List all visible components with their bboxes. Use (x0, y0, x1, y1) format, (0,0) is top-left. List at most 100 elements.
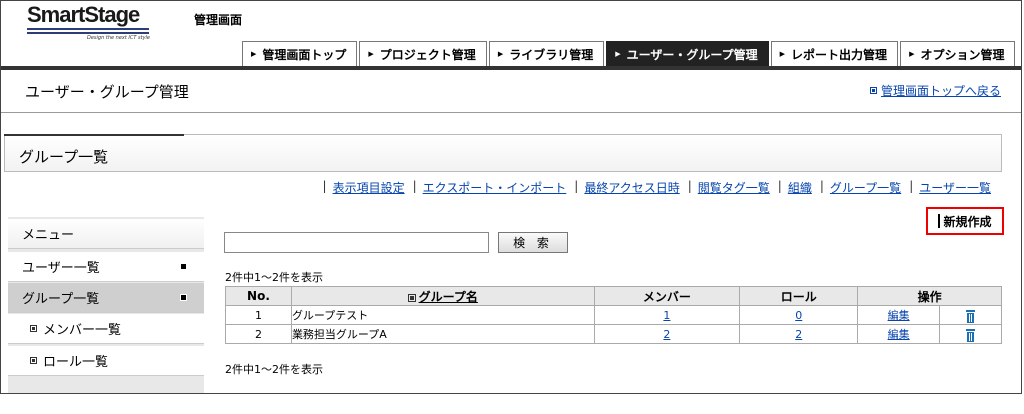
sidebar-item-roles[interactable]: ロール一覧 (8, 346, 204, 376)
separator: | (412, 179, 417, 193)
tab-label: ライブラリ管理 (509, 47, 594, 62)
sidebar-item-label: グループ一覧 (22, 292, 100, 307)
member-count-link[interactable]: 2 (663, 328, 670, 341)
tab-report[interactable]: ▶ レポート出力管理 (770, 41, 899, 66)
link-view-tags[interactable]: 閲覧タグ一覧 (698, 179, 770, 196)
sidebar-item-users[interactable]: ユーザー一覧 (8, 252, 204, 282)
back-to-top-link[interactable]: 管理画面トップへ戻る (869, 82, 1001, 99)
member-count-link[interactable]: 1 (663, 309, 670, 322)
group-table: No. グループ名 メンバー ロール 操作 1 グループテスト 1 0 編集 2… (225, 286, 1002, 344)
table-row: 2 業務担当グループA 2 2 編集 (225, 324, 1002, 344)
section-accent-bar (4, 134, 184, 136)
separator: | (777, 179, 782, 193)
tab-library[interactable]: ▶ ライブラリ管理 (488, 41, 605, 66)
row-group-name: 業務担当グループA (290, 324, 595, 344)
table-row: 1 グループテスト 1 0 編集 (225, 305, 1002, 325)
role-count-link[interactable]: 0 (795, 309, 802, 322)
sidebar: メニュー ユーザー一覧 グループ一覧 メンバー一覧 ロール一覧 (8, 217, 204, 393)
arrow-right-icon: ▶ (909, 50, 915, 58)
edit-link[interactable]: 編集 (888, 309, 910, 322)
arrow-right-icon: ▶ (368, 50, 374, 58)
tab-option[interactable]: ▶ オプション管理 (900, 41, 1016, 66)
search-input[interactable] (224, 232, 489, 253)
row-delete (939, 324, 1002, 344)
sidebar-item-label: メンバー一覧 (43, 323, 122, 338)
admin-title: 管理画面 (194, 13, 243, 27)
sidebar-header: メニュー (8, 219, 204, 249)
link-display-settings[interactable]: 表示項目設定 (333, 179, 405, 196)
separator: | (687, 179, 692, 193)
row-group-name: グループテスト (290, 305, 595, 325)
result-count-bottom: 2件中1～2件を表示 (225, 363, 323, 376)
row-edit: 編集 (857, 324, 941, 344)
arrow-right-icon: ▶ (779, 50, 786, 58)
back-link-label: 管理画面トップへ戻る (880, 84, 1001, 98)
square-arrow-icon (180, 294, 187, 301)
table-header-row: No. グループ名 メンバー ロール 操作 (225, 286, 1002, 306)
search-button[interactable]: 検 索 (498, 232, 568, 253)
logo-tagline: Design the next ICT style (87, 35, 151, 41)
row-member-count: 1 (593, 305, 741, 325)
col-no: No. (225, 286, 292, 306)
row-role-count: 2 (739, 324, 859, 344)
separator: | (909, 179, 914, 193)
link-organization[interactable]: 組織 (788, 179, 812, 196)
tab-user-group[interactable]: ▶ ユーザー・グループ管理 (606, 41, 769, 66)
tab-label: レポート出力管理 (791, 47, 888, 62)
trash-icon[interactable] (966, 309, 976, 323)
row-delete (939, 305, 1002, 325)
row-no: 2 (225, 324, 292, 344)
action-links: | 表示項目設定 | エクスポート・インポート | 最終アクセス日時 | 閲覧タグ一覧 … (315, 179, 991, 196)
separator: | (574, 179, 579, 193)
row-no: 1 (225, 305, 292, 325)
admin-window: SmartStage Design the next ICT style 管理画… (0, 0, 1022, 394)
arrow-right-icon: ▶ (251, 50, 257, 58)
tab-label: オプション管理 (920, 47, 1005, 62)
logo-text: SmartStage (27, 2, 140, 27)
new-create-button[interactable]: 新規作成 (926, 207, 1004, 235)
box-bullet-icon (30, 325, 37, 332)
tab-label: 管理画面トップ (262, 47, 347, 62)
col-role: ロール (739, 286, 859, 306)
sidebar-item-groups[interactable]: グループ一覧 (8, 283, 204, 313)
role-count-link[interactable]: 2 (795, 328, 802, 341)
link-export-import[interactable]: エクスポート・インポート (423, 179, 567, 196)
arrow-right-icon: ▶ (497, 50, 504, 58)
link-last-access[interactable]: 最終アクセス日時 (584, 179, 679, 196)
bar-icon (938, 214, 941, 228)
box-bullet-icon (30, 357, 37, 364)
col-member: メンバー (593, 286, 741, 306)
sort-icon (407, 293, 416, 302)
square-bullet-icon (869, 87, 877, 94)
section-header: グループ一覧 (4, 134, 1002, 172)
tab-label: プロジェクト管理 (379, 47, 476, 62)
col-group-name-label: グループ名 (418, 289, 478, 304)
trash-icon[interactable] (966, 328, 976, 342)
sidebar-item-label: ロール一覧 (43, 355, 109, 370)
col-operations: 操作 (857, 286, 1002, 306)
new-button-label: 新規作成 (943, 214, 992, 229)
sidebar-item-members[interactable]: メンバー一覧 (8, 314, 204, 344)
smartstage-logo: SmartStage Design the next ICT style (27, 3, 157, 41)
row-member-count: 2 (593, 324, 741, 344)
tab-project[interactable]: ▶ プロジェクト管理 (359, 41, 487, 66)
link-user-list[interactable]: ユーザー一覧 (919, 179, 991, 196)
section-title: グループ一覧 (19, 148, 109, 166)
col-group-name[interactable]: グループ名 (290, 286, 595, 306)
logo-underline (27, 28, 149, 34)
sidebar-item-label: ユーザー一覧 (22, 261, 100, 276)
row-edit: 編集 (857, 305, 941, 325)
divider (1, 112, 1021, 113)
link-group-list[interactable]: グループ一覧 (830, 179, 901, 196)
edit-link[interactable]: 編集 (888, 328, 910, 341)
result-count-top: 2件中1～2件を表示 (225, 271, 323, 284)
separator: | (819, 179, 824, 193)
tab-admin-top[interactable]: ▶ 管理画面トップ (242, 41, 358, 66)
page-title: ユーザー・グループ管理 (25, 83, 189, 101)
square-arrow-icon (180, 263, 187, 270)
separator: | (322, 179, 327, 193)
arrow-right-icon: ▶ (615, 50, 621, 58)
main-nav: ▶ 管理画面トップ ▶ プロジェクト管理 ▶ ライブラリ管理 ▶ ユーザー・グループ管理… (242, 41, 1017, 66)
nav-underline (1, 66, 1021, 70)
row-role-count: 0 (739, 305, 859, 325)
